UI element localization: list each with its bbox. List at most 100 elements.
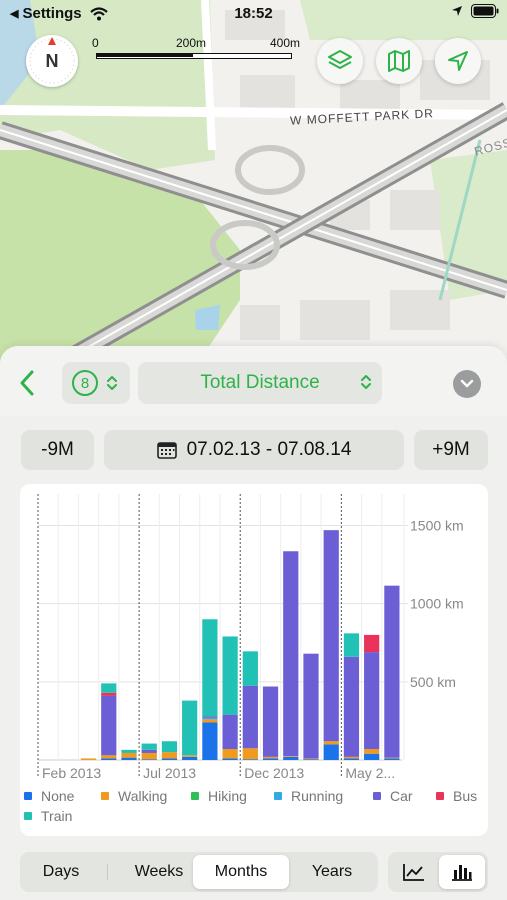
bar-segment-none: [384, 758, 400, 760]
bar-segment-walking: [262, 756, 279, 759]
scale-label-0: 0: [92, 36, 99, 50]
y-tick-label: 1500 km: [410, 517, 464, 533]
bar-segment-bus: [101, 692, 117, 696]
bar-segment-car: [202, 716, 218, 718]
bar-segment-none: [343, 758, 360, 760]
bar-segment-train: [101, 683, 117, 693]
bar-segment-car: [343, 656, 360, 757]
bar-segment-walking: [303, 758, 319, 760]
chevron-left-icon: [20, 370, 34, 396]
distance-chart: 1500 km 1000 km 500 km Feb 2013 Jul 2013 Dec …: [37, 494, 464, 781]
count-picker[interactable]: 8: [62, 362, 130, 404]
bar-segment-none: [323, 744, 339, 760]
chart-card: 1500 km 1000 km 500 km Feb 2013 Jul 2013 Dec …: [20, 484, 488, 836]
compass-label: N: [45, 51, 59, 71]
metric-picker[interactable]: Total Distance: [138, 362, 382, 404]
locate-button[interactable]: [435, 38, 481, 84]
legend-item-none: None: [24, 788, 74, 804]
bar-segment-running: [202, 717, 218, 720]
status-time: 18:52: [234, 5, 273, 22]
segment-divider: [107, 864, 108, 880]
bar-segment-none: [202, 722, 218, 760]
bar-segment-walking: [242, 748, 258, 760]
location-arrow-status-icon: [452, 6, 462, 16]
bar-segment-none: [182, 756, 198, 760]
legend-item-train: Train: [24, 808, 72, 824]
layers-button[interactable]: [317, 38, 363, 84]
legend-swatch: [373, 792, 381, 800]
stats-panel: 8 Total Distance -9M 07.02.13 - 07.08.14…: [0, 346, 507, 900]
y-tick-label: 1000 km: [410, 596, 464, 612]
panel-header: 8 Total Distance: [0, 346, 507, 416]
legend-label: Hiking: [208, 788, 247, 804]
map-view[interactable]: W MOFFETT PARK DR ROSS ◀ Settings 18:52: [0, 0, 507, 380]
legend-item-walking: Walking: [101, 788, 167, 804]
line-chart-icon: [403, 864, 424, 881]
bar-segment-bus: [364, 634, 380, 653]
bar-segment-none: [303, 759, 319, 760]
compass[interactable]: N: [26, 35, 78, 87]
bar-segment-train: [202, 619, 218, 717]
segment-weeks[interactable]: Weeks: [113, 855, 205, 889]
legend-item-hiking: Hiking: [191, 788, 247, 804]
bar-segment-train: [121, 749, 137, 753]
bar-segment-walking: [161, 752, 178, 759]
count-badge: 8: [72, 370, 98, 396]
scale-label-400: 400m: [270, 36, 301, 50]
collapse-button[interactable]: [453, 370, 481, 398]
location-arrow-icon: [448, 51, 468, 71]
bar-segment-none: [364, 753, 380, 760]
map-icon: [388, 50, 410, 72]
x-tick-label: Jul 2013: [143, 765, 196, 781]
date-range-label: 07.02.13 - 07.08.14: [186, 439, 352, 460]
bar-segment-walking: [121, 752, 137, 758]
bar-segment-walking: [101, 755, 117, 759]
legend-label: Bus: [453, 788, 478, 804]
segment-days[interactable]: Days: [23, 855, 99, 889]
bar-segment-walking: [364, 749, 380, 754]
bar-segment-car: [141, 749, 157, 753]
legend-swatch: [274, 792, 282, 800]
chevron-down-icon: [460, 379, 474, 388]
bar-segment-car: [364, 652, 380, 750]
bar-chart-view-button[interactable]: [439, 855, 485, 889]
chevron-up-down-icon: [107, 376, 117, 390]
line-chart-view-button[interactable]: [391, 855, 437, 889]
legend-item-bus: Bus: [436, 788, 477, 804]
view-mode-control: [388, 852, 488, 892]
previous-range-button[interactable]: -9M: [21, 430, 94, 470]
bar-segment-car: [323, 530, 339, 742]
layers-icon: [328, 50, 352, 69]
scale-label-200: 200m: [176, 36, 207, 50]
period-segmented-control: Days Weeks Months Years: [20, 852, 378, 892]
bar-segment-train: [222, 636, 238, 715]
map-mode-button[interactable]: [376, 38, 422, 84]
bar-segment-none: [141, 759, 157, 760]
bar-segment-walking: [343, 756, 360, 759]
bar-segment-none: [121, 757, 137, 760]
bar-chart-icon: [452, 865, 472, 881]
bar-segment-none: [101, 758, 117, 760]
date-range-button[interactable]: 07.02.13 - 07.08.14: [104, 430, 404, 470]
status-right: [451, 4, 499, 18]
bar-segment-none: [242, 759, 258, 760]
back-button[interactable]: [12, 366, 42, 400]
bar-segment-car: [384, 585, 400, 758]
chevron-up-down-icon: [361, 375, 371, 389]
segment-months[interactable]: Months: [193, 855, 289, 889]
x-tick-label: Feb 2013: [42, 765, 101, 781]
bar-segment-car: [242, 685, 258, 749]
legend-swatch: [24, 812, 32, 820]
bar-segment-walking: [323, 741, 339, 745]
bar-segment-walking: [80, 758, 97, 760]
bar-segment-walking: [283, 756, 299, 757]
bar-segment-car: [222, 714, 238, 750]
bar-segment-car: [101, 695, 117, 756]
legend-label: None: [41, 788, 75, 804]
battery-icon: [471, 4, 499, 18]
next-range-button[interactable]: +9M: [414, 430, 488, 470]
bar-segment-train: [242, 651, 258, 686]
bar-segment-car: [283, 551, 299, 757]
segment-years[interactable]: Years: [290, 855, 374, 889]
bar-segment-train: [343, 633, 360, 657]
